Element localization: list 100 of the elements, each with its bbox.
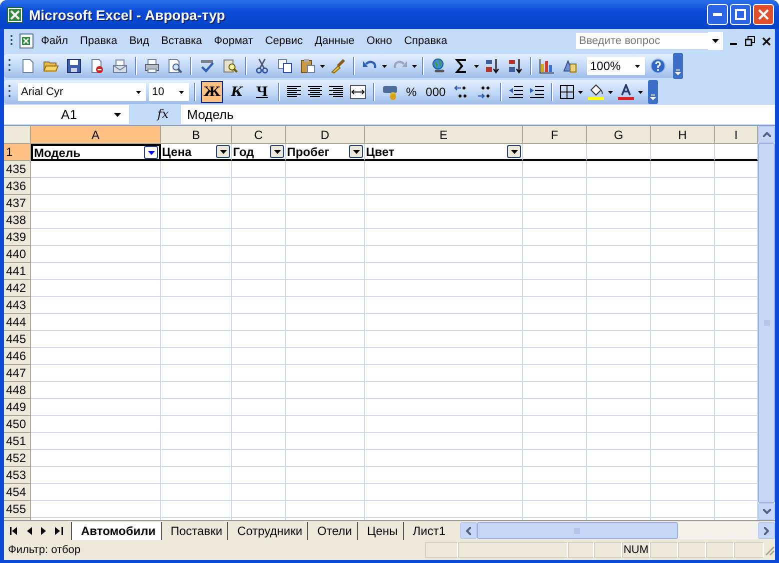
table-cell[interactable] (232, 433, 286, 450)
caret-icon[interactable] (136, 90, 141, 94)
table-cell[interactable] (365, 314, 523, 331)
menu-item[interactable]: Правка (74, 35, 124, 47)
row-header[interactable]: 441 (4, 263, 31, 280)
table-cell[interactable] (651, 467, 715, 484)
caret-icon[interactable] (474, 64, 479, 68)
table-cell[interactable] (651, 365, 715, 382)
table-cell[interactable] (31, 314, 161, 331)
globe-link-icon[interactable] (431, 58, 447, 74)
table-cell[interactable] (651, 416, 715, 433)
print-preview-icon[interactable] (167, 58, 183, 74)
table-cell[interactable] (31, 161, 161, 178)
table-cell[interactable] (286, 331, 365, 348)
filter-dropdown-button[interactable] (270, 145, 284, 158)
table-cell[interactable] (161, 263, 232, 280)
table-cell[interactable] (31, 178, 161, 195)
row-header[interactable]: 438 (4, 212, 31, 229)
table-cell[interactable] (161, 161, 232, 178)
table-cell[interactable] (587, 144, 651, 161)
caret-icon[interactable] (578, 90, 583, 94)
table-cell[interactable] (587, 212, 651, 229)
font-style-button[interactable]: К (226, 81, 248, 103)
row-header[interactable]: 442 (4, 280, 31, 297)
table-cell[interactable] (31, 382, 161, 399)
menu-item[interactable]: Окно (360, 35, 398, 47)
table-cell[interactable] (587, 501, 651, 518)
table-cell[interactable] (523, 161, 587, 178)
table-cell[interactable] (523, 382, 587, 399)
row-header[interactable]: 449 (4, 399, 31, 416)
select-all-button[interactable] (4, 126, 31, 144)
row-header[interactable]: 450 (4, 416, 31, 433)
table-cell[interactable] (232, 178, 286, 195)
table-cell[interactable] (286, 382, 365, 399)
table-cell[interactable] (232, 399, 286, 416)
table-cell[interactable] (523, 212, 587, 229)
font-style-button[interactable]: Ж (201, 81, 223, 103)
table-cell[interactable] (365, 263, 523, 280)
table-cell[interactable] (31, 280, 161, 297)
table-cell[interactable] (232, 212, 286, 229)
table-cell[interactable] (587, 161, 651, 178)
table-cell[interactable] (523, 297, 587, 314)
table-cell[interactable] (31, 467, 161, 484)
table-cell[interactable] (31, 331, 161, 348)
formula-field[interactable]: Модель (181, 107, 234, 122)
row-header[interactable]: 453 (4, 467, 31, 484)
table-cell[interactable] (651, 348, 715, 365)
table-cell[interactable] (651, 331, 715, 348)
table-cell[interactable] (161, 484, 232, 501)
table-cell[interactable] (651, 195, 715, 212)
table-cell[interactable] (161, 433, 232, 450)
table-cell[interactable] (587, 195, 651, 212)
table-cell[interactable] (651, 433, 715, 450)
table-cell[interactable] (161, 246, 232, 263)
table-cell[interactable] (232, 246, 286, 263)
table-cell[interactable] (523, 144, 587, 161)
table-cell[interactable] (286, 178, 365, 195)
table-cell[interactable] (31, 229, 161, 246)
column-header[interactable]: D (286, 126, 365, 144)
merge-center-icon[interactable] (350, 85, 366, 99)
table-cell[interactable] (651, 229, 715, 246)
insert-function-button[interactable]: fx (129, 105, 181, 124)
table-cell[interactable] (651, 161, 715, 178)
align-left-icon[interactable] (287, 86, 301, 98)
table-cell[interactable] (523, 178, 587, 195)
column-header[interactable]: E (365, 126, 523, 144)
table-cell[interactable] (232, 484, 286, 501)
table-cell[interactable] (232, 450, 286, 467)
table-cell[interactable] (286, 161, 365, 178)
filter-dropdown-button[interactable] (507, 145, 521, 158)
table-cell[interactable] (286, 229, 365, 246)
table-cell[interactable] (365, 467, 523, 484)
table-cell[interactable] (651, 263, 715, 280)
paste-icon[interactable] (300, 58, 316, 74)
table-cell[interactable] (587, 331, 651, 348)
table-cell[interactable] (587, 365, 651, 382)
table-cell[interactable] (161, 365, 232, 382)
copy-icon[interactable] (277, 58, 293, 74)
table-cell[interactable] (232, 280, 286, 297)
table-cell[interactable] (161, 314, 232, 331)
table-cell[interactable] (31, 365, 161, 382)
table-cell[interactable] (651, 246, 715, 263)
row-header[interactable]: 447 (4, 365, 31, 382)
table-cell[interactable] (365, 433, 523, 450)
number-format-button[interactable]: 000 (422, 81, 449, 103)
table-cell[interactable] (523, 467, 587, 484)
row-header[interactable]: 446 (4, 348, 31, 365)
table-cell[interactable] (31, 212, 161, 229)
next-sheet-icon[interactable] (41, 526, 46, 534)
table-cell[interactable] (232, 297, 286, 314)
column-header[interactable]: I (715, 126, 758, 144)
table-cell[interactable] (365, 229, 523, 246)
table-cell[interactable] (31, 416, 161, 433)
close-button[interactable] (753, 4, 774, 25)
help-icon[interactable] (650, 58, 666, 74)
caret-icon[interactable] (635, 64, 640, 68)
table-cell[interactable] (523, 450, 587, 467)
align-right-icon[interactable] (329, 86, 343, 98)
caret-icon[interactable] (179, 90, 184, 94)
maximize-button[interactable] (730, 4, 751, 25)
